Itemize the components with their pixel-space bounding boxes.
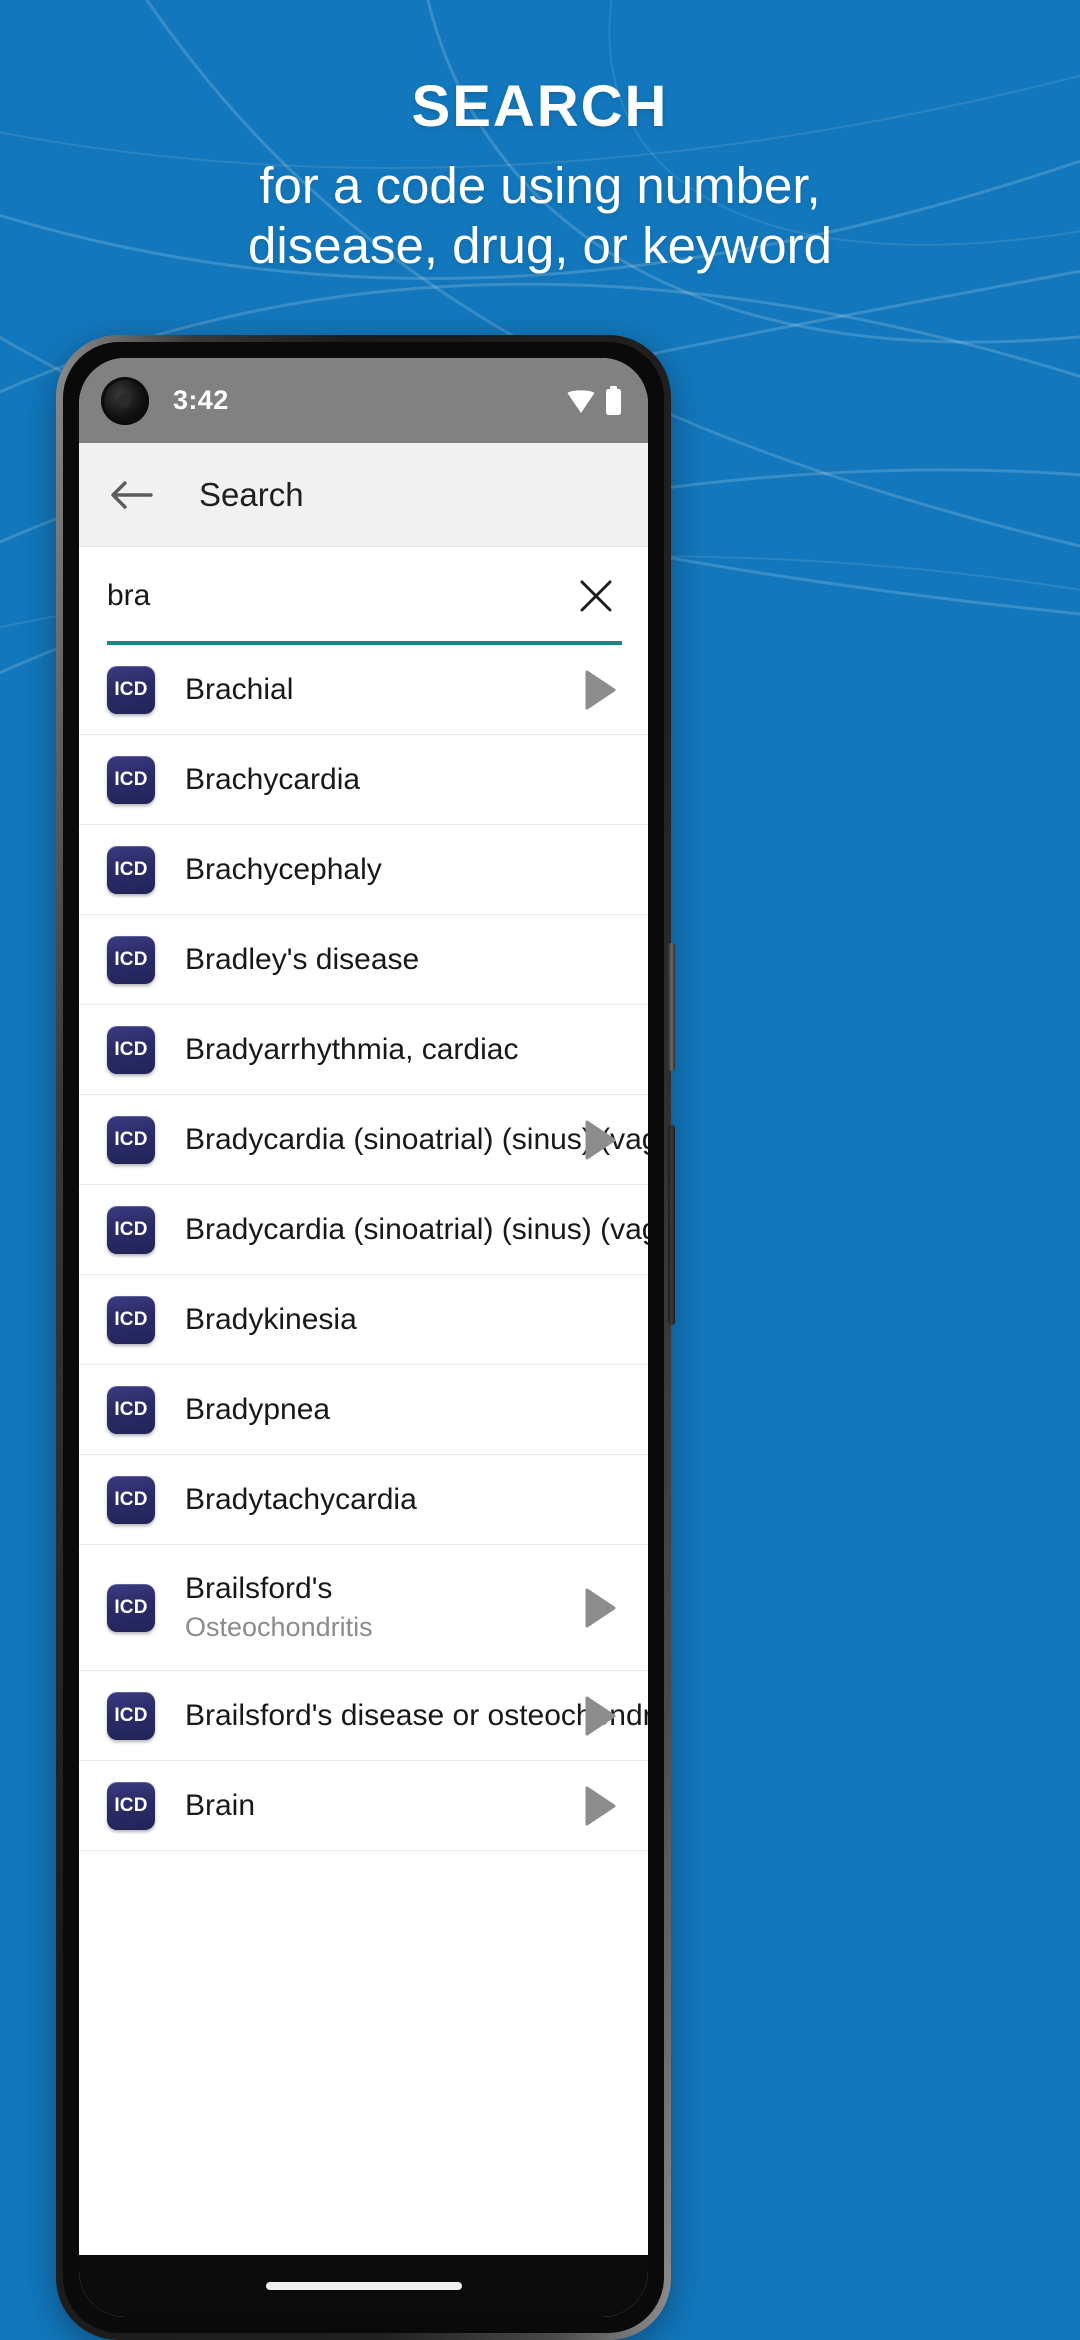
back-arrow-glyph xyxy=(111,480,153,509)
search-results-list[interactable]: ICD Brachial ICD Brachycardia ICD Brachycepha… xyxy=(79,645,648,1851)
status-bar-indicators xyxy=(566,385,622,416)
search-result-row[interactable]: ICD Bradycardia (sinoatrial) (sinus) (vag… xyxy=(79,1185,648,1275)
search-field[interactable]: bra xyxy=(79,547,648,645)
promo-headline: SEARCH xyxy=(411,74,669,139)
result-text-block: Bradycardia (sinoatrial) (sinus) (vagal) xyxy=(185,1211,648,1249)
result-text-block: Bradycardia (sinoatrial) (sinus) (vagal) xyxy=(185,1121,648,1159)
result-title: Brain xyxy=(185,1788,256,1822)
icd-badge-icon: ICD xyxy=(107,1475,155,1524)
phone-mockup: 3:42 Search bra ICD Brachial ICD Brachyc… xyxy=(56,335,675,2340)
icd-badge-icon: ICD xyxy=(107,1781,155,1830)
result-title: Brailsford's xyxy=(185,1572,333,1606)
icd-badge-icon: ICD xyxy=(107,1385,155,1434)
result-title: Brachycephaly xyxy=(185,852,382,886)
search-result-row[interactable]: ICD Bradypnea xyxy=(79,1365,648,1455)
icd-badge-icon: ICD xyxy=(107,1025,155,1074)
result-title: Brailsford's disease or osteochondrosis xyxy=(185,1698,648,1732)
result-title: Brachial xyxy=(185,672,294,706)
result-text-block: Brachycardia xyxy=(185,761,566,799)
search-input[interactable]: bra xyxy=(107,579,568,613)
promo-headline-block: SEARCH for a code using number, disease,… xyxy=(0,78,1080,276)
result-title: Bradytachycardia xyxy=(185,1482,417,1516)
wifi-icon xyxy=(567,389,595,413)
search-result-row[interactable]: ICD Brachycephaly xyxy=(79,825,648,915)
page-title: Search xyxy=(199,475,304,513)
result-text-block: Brailsford's Osteochondritis xyxy=(185,1570,566,1644)
search-result-row[interactable]: ICD Bradley's disease xyxy=(79,915,648,1005)
result-title: Brachycardia xyxy=(185,762,361,796)
result-subtitle: Osteochondritis xyxy=(185,1612,373,1643)
expand-play-arrow-icon[interactable] xyxy=(574,1582,626,1634)
icd-badge-icon: ICD xyxy=(107,1205,155,1254)
close-x-icon xyxy=(580,580,612,612)
result-title: Bradley's disease xyxy=(185,942,420,976)
result-text-block: Bradypnea xyxy=(185,1391,566,1429)
home-gesture-indicator[interactable] xyxy=(265,2282,462,2290)
status-bar-time: 3:42 xyxy=(173,385,229,415)
promo-subtitle-line-1: for a code using number, xyxy=(259,157,821,214)
search-result-row[interactable]: ICD Brain xyxy=(79,1761,648,1851)
icd-badge-icon: ICD xyxy=(107,1583,155,1632)
result-text-block: Bradytachycardia xyxy=(185,1481,566,1519)
result-text-block: Brain xyxy=(185,1787,566,1825)
clear-search-button[interactable] xyxy=(568,568,624,624)
result-text-block: Brailsford's disease or osteochondrosis xyxy=(185,1697,648,1735)
app-bar: Search xyxy=(79,443,648,547)
search-result-row[interactable]: ICD Brachial xyxy=(79,645,648,735)
power-button[interactable] xyxy=(668,943,675,1071)
expand-play-arrow-icon[interactable] xyxy=(574,664,626,716)
icd-badge-icon: ICD xyxy=(107,1691,155,1740)
navigation-gesture-area xyxy=(79,2255,648,2317)
back-arrow-icon[interactable] xyxy=(105,469,157,521)
expand-play-arrow-icon[interactable] xyxy=(574,1780,626,1832)
result-title: Bradycardia (sinoatrial) (sinus) (vagal) xyxy=(185,1212,648,1246)
phone-screen: 3:42 Search bra ICD Brachial ICD Brachyc… xyxy=(79,358,648,2317)
result-text-block: Bradyarrhythmia, cardiac xyxy=(185,1031,566,1069)
volume-rocker-button[interactable] xyxy=(668,1125,675,1325)
search-result-row[interactable]: ICD Bradytachycardia xyxy=(79,1455,648,1545)
search-result-row[interactable]: ICD Brailsford's Osteochondritis xyxy=(79,1545,648,1671)
icd-badge-icon: ICD xyxy=(107,1295,155,1344)
promo-subtitle-line-2: disease, drug, or keyword xyxy=(248,217,832,275)
search-field-underline xyxy=(107,641,622,645)
expand-play-arrow-icon[interactable] xyxy=(574,1114,626,1166)
search-result-row[interactable]: ICD Brachycardia xyxy=(79,735,648,825)
result-text-block: Bradykinesia xyxy=(185,1301,566,1339)
result-title: Bradycardia (sinoatrial) (sinus) (vagal) xyxy=(185,1122,648,1156)
search-result-row[interactable]: ICD Bradycardia (sinoatrial) (sinus) (vag… xyxy=(79,1095,648,1185)
phone-bezel: 3:42 Search bra ICD Brachial ICD Brachyc… xyxy=(56,335,675,2340)
expand-play-arrow-icon[interactable] xyxy=(574,1690,626,1742)
status-bar: 3:42 xyxy=(79,358,648,443)
icd-badge-icon: ICD xyxy=(107,935,155,984)
result-text-block: Bradley's disease xyxy=(185,941,566,979)
result-title: Bradykinesia xyxy=(185,1302,357,1336)
icd-badge-icon: ICD xyxy=(107,845,155,894)
search-result-row[interactable]: ICD Brailsford's disease or osteochondros… xyxy=(79,1671,648,1761)
result-title: Bradyarrhythmia, cardiac xyxy=(185,1032,519,1066)
battery-full-icon xyxy=(606,385,621,415)
front-camera-icon xyxy=(101,376,149,425)
icd-badge-icon: ICD xyxy=(107,755,155,804)
result-text-block: Brachycephaly xyxy=(185,851,566,889)
icd-badge-icon: ICD xyxy=(107,1115,155,1164)
result-title: Bradypnea xyxy=(185,1392,331,1426)
search-result-row[interactable]: ICD Bradykinesia xyxy=(79,1275,648,1365)
result-text-block: Brachial xyxy=(185,671,566,709)
search-result-row[interactable]: ICD Bradyarrhythmia, cardiac xyxy=(79,1005,648,1095)
icd-badge-icon: ICD xyxy=(107,665,155,714)
phone-inner-rim: 3:42 Search bra ICD Brachial ICD Brachyc… xyxy=(63,342,664,2333)
